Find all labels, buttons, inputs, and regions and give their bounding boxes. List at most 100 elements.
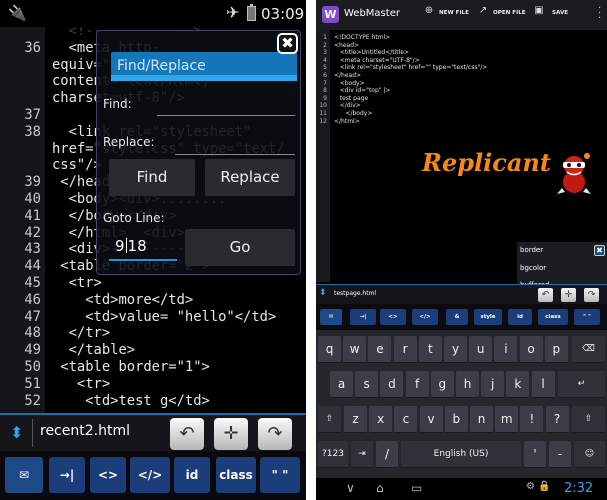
key-h[interactable]: h <box>456 371 479 398</box>
key-p[interactable]: p <box>544 336 568 363</box>
suggestion-item[interactable]: border <box>520 246 543 254</box>
line-number: 12 <box>319 117 327 125</box>
overflow-menu-icon[interactable]: · · · <box>598 4 601 24</box>
tag-button[interactable]: id <box>508 309 532 325</box>
file-dropdown-icon[interactable]: ⬍ <box>10 423 23 442</box>
tag-button[interactable]: <> <box>90 457 126 493</box>
key-s[interactable]: s <box>355 371 379 398</box>
file-dropdown-icon[interactable]: ⬍ <box>319 288 327 298</box>
move-icon[interactable]: ✛ <box>561 288 576 302</box>
recent-apps-icon[interactable]: ▭ <box>411 481 422 495</box>
emoji-icon[interactable]: ☺ <box>574 441 605 468</box>
key-z[interactable]: z <box>344 406 367 433</box>
divider <box>32 419 33 447</box>
undo-icon[interactable]: ↶ <box>170 418 204 450</box>
tag-button[interactable]: style <box>474 309 502 325</box>
key-question[interactable]: ? <box>545 406 569 433</box>
suggestion-item[interactable]: bgcolor <box>520 264 546 272</box>
key-x[interactable]: x <box>369 406 393 433</box>
open-file-button[interactable]: OPEN FILE <box>493 10 526 16</box>
preview-icon[interactable]: ✉ <box>320 309 342 325</box>
shift-icon[interactable]: ⇧ <box>318 406 341 433</box>
move-icon[interactable]: ✛ <box>214 418 248 450</box>
line-text: <head> <box>334 41 360 49</box>
preview-icon[interactable]: ✉ <box>5 457 43 493</box>
redo-icon[interactable]: ↷ <box>584 288 599 302</box>
shift-right-icon[interactable]: ⇧ <box>572 406 605 433</box>
tag-button[interactable]: " " <box>574 309 600 325</box>
key-q[interactable]: q <box>318 336 341 363</box>
symbols-key[interactable]: ?123 <box>318 441 348 468</box>
filename[interactable]: testpage.html <box>334 290 376 297</box>
dash-key[interactable]: - <box>549 441 571 468</box>
line-number: 4 <box>323 56 327 64</box>
key-c[interactable]: c <box>394 406 418 433</box>
key-w[interactable]: w <box>343 336 367 363</box>
line-text: </head> <box>334 72 362 79</box>
key-y[interactable]: y <box>444 336 467 363</box>
key-l[interactable]: l <box>531 371 555 398</box>
code-line: 4 <meta charset="UTF-8"/> <box>316 57 607 65</box>
code-line: 3 <title>Untitled</title> <box>316 49 607 57</box>
key-n[interactable]: n <box>470 406 493 433</box>
key-b[interactable]: b <box>444 406 468 433</box>
key-u[interactable]: u <box>469 336 493 363</box>
home-icon[interactable]: ⌂ <box>376 481 384 495</box>
tag-button[interactable]: </> <box>412 309 438 325</box>
tag-button[interactable]: class <box>216 457 256 493</box>
key-v[interactable]: v <box>419 406 443 433</box>
new-file-button[interactable]: NEW FILE <box>439 10 469 16</box>
tag-button[interactable]: class <box>538 309 568 325</box>
tag-button[interactable]: " " <box>260 457 300 493</box>
open-file-icon[interactable]: ↗ <box>476 5 490 19</box>
goto-line-input[interactable]: 9 18 <box>109 231 177 261</box>
key-a[interactable]: a <box>330 371 353 398</box>
new-file-icon[interactable]: ⊕ <box>422 5 436 19</box>
line-text: <td>test g</td> <box>52 392 210 409</box>
tag-button[interactable]: id <box>174 457 210 493</box>
replace-input[interactable] <box>175 135 295 155</box>
text-cursor <box>125 238 127 253</box>
tablet-editor: W WebMaster ⊕ NEW FILE ↗ OPEN FILE ▣ SAV… <box>316 0 607 500</box>
key-o[interactable]: o <box>519 336 543 363</box>
redo-icon[interactable]: ↷ <box>258 418 292 450</box>
key-e[interactable]: e <box>368 336 392 363</box>
code-editor[interactable]: Replicant ✖ borderbgcolorbufferedbackgro… <box>316 30 607 314</box>
space-key[interactable]: English (US) <box>401 441 521 468</box>
tag-button[interactable]: →| <box>350 309 376 325</box>
key-d[interactable]: d <box>380 371 404 398</box>
tag-button[interactable]: <> <box>380 309 406 325</box>
key-exclaim[interactable]: ! <box>520 406 544 433</box>
line-text: </div> <box>334 102 361 110</box>
code-line: 6 </head> <box>316 72 607 80</box>
key-m[interactable]: m <box>495 406 519 433</box>
enter-icon[interactable]: ↵ <box>558 371 605 398</box>
line-number: 3 <box>323 49 327 57</box>
key-g[interactable]: g <box>430 371 454 398</box>
replace-button[interactable]: Replace <box>205 159 295 196</box>
key-j[interactable]: j <box>481 371 505 398</box>
tab-key[interactable]: ⇥ <box>351 441 373 468</box>
filename[interactable]: recent2.html <box>40 423 130 439</box>
find-button[interactable]: Find <box>109 159 195 196</box>
close-icon[interactable]: ✖ <box>594 245 605 256</box>
key-i[interactable]: i <box>494 336 518 363</box>
key-t[interactable]: t <box>418 336 442 363</box>
save-button[interactable]: SAVE <box>552 10 568 16</box>
undo-icon[interactable]: ↶ <box>538 288 553 302</box>
save-icon[interactable]: ▣ <box>532 5 546 19</box>
backspace-icon[interactable]: ⌫ <box>572 336 605 363</box>
tag-button[interactable]: →| <box>49 457 85 493</box>
key-r[interactable]: r <box>393 336 417 363</box>
slash-key[interactable]: / <box>376 441 398 468</box>
tag-button[interactable]: </> <box>130 457 170 493</box>
key-k[interactable]: k <box>506 371 530 398</box>
key-f[interactable]: f <box>405 371 429 398</box>
go-button[interactable]: Go <box>185 229 295 266</box>
close-icon[interactable]: ✖ <box>277 33 298 54</box>
status-bar: 🔌 ✈ 03:09 <box>0 0 306 27</box>
find-input[interactable] <box>157 96 295 116</box>
back-icon[interactable]: ∨ <box>346 481 355 495</box>
tag-button[interactable]: & <box>446 309 468 325</box>
quote-key[interactable]: ' <box>524 441 546 468</box>
